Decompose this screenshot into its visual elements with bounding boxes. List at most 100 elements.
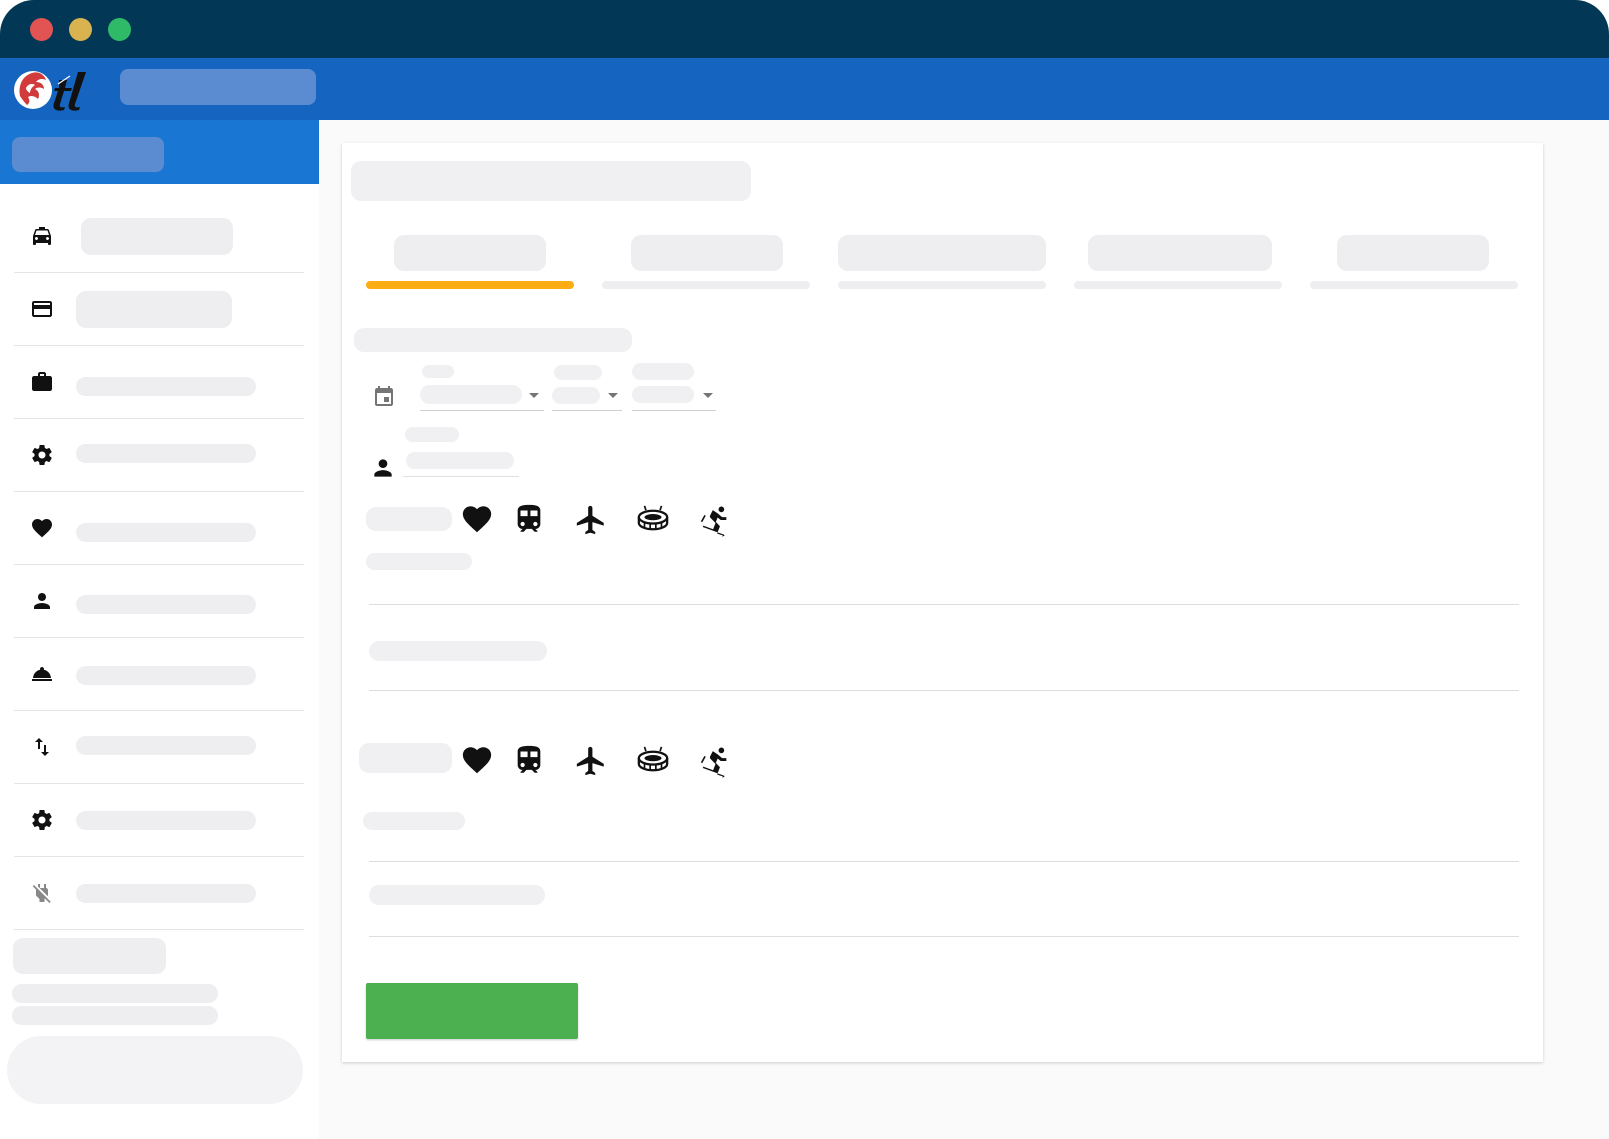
sidebar-item-preferences[interactable] (14, 784, 304, 857)
chevron-down-icon (608, 393, 618, 398)
tab-2[interactable] (602, 235, 810, 293)
sidebar-item-label (76, 666, 256, 685)
tab-label (838, 235, 1046, 271)
heart-icon[interactable] (460, 502, 494, 536)
sidebar-item-label (76, 811, 256, 830)
gear-icon (32, 810, 52, 831)
sidebar-item-label (76, 377, 256, 396)
year-select-label (632, 363, 694, 380)
minimize-window-button[interactable] (69, 18, 92, 41)
select-underline (632, 410, 716, 411)
sidebar-item-payment[interactable] (14, 273, 304, 346)
divider (369, 604, 1519, 605)
month-select[interactable] (552, 365, 622, 411)
chevron-down-icon (703, 393, 713, 398)
tab-label (394, 235, 546, 271)
sidebar-item-services[interactable] (14, 638, 304, 711)
taxi-icon (33, 227, 51, 245)
tab-3[interactable] (838, 235, 1046, 293)
day-select-value (420, 385, 522, 404)
sidebar-item-label (76, 444, 256, 463)
person-icon (374, 459, 392, 477)
sidebar-item-favorites[interactable] (14, 492, 304, 565)
section-title (354, 328, 632, 352)
person-icon (34, 593, 50, 609)
sidebar-footer-line (12, 1006, 218, 1025)
sidebar-item-work[interactable] (14, 346, 304, 419)
divider (369, 861, 1519, 862)
airplane-icon[interactable] (574, 744, 608, 778)
sidebar-item-settings[interactable] (14, 419, 304, 492)
sidebar-item-label (76, 523, 256, 542)
chevron-down-icon (529, 393, 539, 398)
divider (369, 690, 1519, 691)
group-field-input[interactable] (369, 885, 545, 905)
tab-indicator (366, 281, 574, 289)
select-underline (420, 410, 544, 411)
divider (369, 936, 1519, 937)
sidebar-footer-heading (13, 938, 166, 974)
group-label (366, 507, 452, 531)
year-select[interactable] (632, 363, 716, 411)
sidebar-item-label (76, 884, 256, 903)
sidebar-item-profile[interactable] (14, 565, 304, 638)
window-titlebar (0, 0, 1609, 58)
maximize-window-button[interactable] (108, 18, 131, 41)
tab-label (631, 235, 783, 271)
person-field[interactable] (403, 427, 519, 477)
tab-1[interactable] (366, 235, 574, 293)
app-header (0, 58, 1609, 120)
airplane-icon[interactable] (574, 503, 608, 537)
sidebar-item-label (81, 218, 233, 255)
calendar-icon (375, 386, 393, 406)
sidebar-item-label (76, 736, 256, 755)
day-select[interactable] (420, 365, 544, 411)
tab-indicator (602, 281, 810, 289)
sidebar-item-taxi[interactable] (14, 200, 304, 273)
power-off-icon (32, 884, 51, 903)
tab-5[interactable] (1310, 235, 1518, 293)
credit-card-icon (32, 301, 52, 317)
sidebar-title (12, 137, 164, 172)
room-service-icon (32, 667, 52, 681)
tab-4[interactable] (1074, 235, 1282, 293)
header-title (120, 69, 316, 105)
select-underline (552, 410, 622, 411)
swap-vertical-icon (35, 738, 49, 756)
sidebar-item-transfers[interactable] (14, 711, 304, 784)
group-label (359, 743, 452, 773)
tab-label (1337, 235, 1489, 271)
heart-icon[interactable] (460, 743, 494, 777)
group-field-label (363, 812, 465, 830)
ski-icon[interactable] (698, 503, 732, 537)
heart-icon (32, 519, 52, 538)
stadium-icon[interactable] (636, 744, 670, 778)
page-title (351, 161, 751, 201)
sidebar-footer-line (12, 984, 218, 1003)
close-window-button[interactable] (30, 18, 53, 41)
group-field-label (366, 553, 472, 570)
month-select-label (554, 365, 602, 380)
gear-icon (32, 445, 52, 466)
group-field-input[interactable] (369, 641, 547, 661)
train-icon[interactable] (512, 502, 546, 536)
person-field-value (406, 452, 514, 469)
tab-indicator (1074, 281, 1282, 289)
sidebar-item-label (76, 291, 232, 328)
stadium-icon[interactable] (636, 503, 670, 537)
app-window (0, 0, 1609, 1139)
sidebar-header (0, 120, 319, 184)
train-icon[interactable] (512, 743, 546, 777)
sidebar-item-logout[interactable] (14, 857, 304, 930)
tab-label (1088, 235, 1272, 271)
ski-icon[interactable] (698, 744, 732, 778)
field-underline (403, 476, 519, 477)
month-select-value (552, 387, 600, 404)
person-field-label (405, 427, 459, 442)
tab-indicator (1310, 281, 1518, 289)
submit-button[interactable] (366, 983, 578, 1039)
app-logo[interactable] (14, 66, 106, 112)
sidebar-footer-button[interactable] (7, 1036, 303, 1104)
tab-indicator (838, 281, 1046, 289)
main-card (342, 143, 1543, 1062)
